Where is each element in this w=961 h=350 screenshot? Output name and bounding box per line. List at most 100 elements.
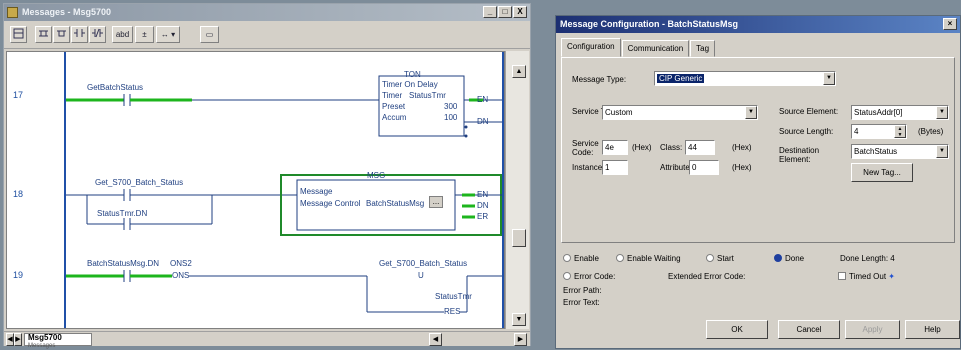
msg-control-label: Message Control: [300, 199, 361, 208]
ton-preset-value[interactable]: 300: [444, 102, 457, 111]
routine-tab[interactable]: Msg5700 Messages: [24, 333, 92, 349]
hex-label: (Hex): [732, 163, 752, 172]
service-code-label: Service Code:: [572, 139, 599, 157]
maximize-button[interactable]: □: [498, 6, 512, 18]
routine-tab-sub: Messages: [28, 343, 56, 349]
rung-number[interactable]: 18: [13, 189, 23, 199]
tab-tag[interactable]: Tag: [690, 40, 716, 57]
extended-error-code-label: Extended Error Code:: [668, 272, 746, 281]
cancel-button[interactable]: Cancel: [778, 320, 840, 339]
tab-scroll-right-icon[interactable]: ▶: [14, 333, 22, 346]
minimize-button[interactable]: _: [483, 6, 497, 18]
service-code-input[interactable]: 4e: [602, 140, 628, 155]
instruction-box-button[interactable]: ▭: [200, 26, 219, 43]
done-length: Done Length: 4: [840, 254, 895, 263]
ons-instruction[interactable]: ONS: [172, 271, 190, 280]
hex-label: (Hex): [632, 143, 652, 152]
unlatch-coil[interactable]: U: [415, 271, 427, 280]
contact-tag[interactable]: Get_S700_Batch_Status: [95, 178, 183, 187]
source-element-label: Source Element:: [779, 107, 839, 116]
service-type-select[interactable]: Custom ▼: [602, 105, 758, 120]
source-length-input[interactable]: 4 ▲ ▼: [851, 124, 907, 139]
msg-control-value[interactable]: BatchStatusMsg: [366, 199, 424, 208]
status-enable-waiting: Enable Waiting: [616, 254, 681, 263]
unlatch-coil-tag[interactable]: Get_S700_Batch_Status: [379, 259, 467, 268]
source-element-select[interactable]: StatusAddr[0] ▼: [851, 105, 949, 120]
class-input[interactable]: 44: [685, 140, 715, 155]
chevron-down-icon[interactable]: ▼: [823, 72, 835, 85]
chevron-down-icon[interactable]: ▼: [936, 106, 948, 119]
hscroll-left-icon[interactable]: ◀: [429, 333, 442, 346]
dialog-close-icon[interactable]: ×: [943, 18, 957, 30]
chevron-down-icon[interactable]: ▼: [745, 106, 757, 119]
branch-icon[interactable]: [35, 26, 52, 43]
msg-config-button[interactable]: ...: [429, 196, 443, 208]
class-label: Class:: [660, 143, 683, 152]
ok-button[interactable]: OK: [706, 320, 768, 339]
ton-block-title: TON: [404, 70, 421, 79]
status-start: Start: [706, 254, 734, 263]
ladder-window-titlebar[interactable]: Messages - Msg5700 _ □ X: [4, 4, 530, 21]
configuration-panel: Message Type: CIP Generic ▼ Service Type…: [561, 57, 955, 243]
bytes-label: (Bytes): [918, 127, 944, 136]
tab-configuration[interactable]: Configuration: [561, 38, 621, 57]
dialog-title: Message Configuration - BatchStatusMsg: [560, 19, 739, 29]
dialog-titlebar[interactable]: Message Configuration - BatchStatusMsg ×: [556, 16, 960, 33]
status-done: Done: [774, 254, 804, 263]
rung-number[interactable]: 19: [13, 270, 23, 280]
ladder-window-title: Messages - Msg5700: [22, 7, 112, 17]
branch-contact-tag[interactable]: StatusTmr.DN: [97, 209, 147, 218]
xio-contact-icon[interactable]: [89, 26, 106, 43]
ton-dn-output: DN: [477, 117, 489, 126]
destination-element-label: Destination Element:: [779, 146, 820, 164]
scroll-thumb[interactable]: [512, 229, 526, 247]
routine-tab-label: Msg5700: [28, 333, 62, 342]
ton-preset-label: Preset: [382, 102, 406, 111]
close-button[interactable]: X: [513, 6, 527, 18]
ons-tag[interactable]: ONS2: [170, 259, 192, 268]
message-type-label: Message Type:: [572, 75, 627, 84]
error-path-label: Error Path:: [563, 286, 602, 295]
ton-timer-value[interactable]: StatusTmr: [409, 91, 446, 100]
scroll-down-icon[interactable]: ▼: [512, 313, 526, 326]
hscroll-right-icon[interactable]: ▶: [514, 333, 527, 346]
scroll-up-icon[interactable]: ▲: [512, 65, 526, 78]
msg-er-output: ER: [477, 212, 489, 221]
ton-block-name: Timer On Delay: [382, 80, 438, 89]
tab-communication[interactable]: Communication: [621, 40, 690, 57]
new-tag-button[interactable]: New Tag...: [851, 163, 913, 182]
rung-icon[interactable]: [10, 26, 27, 43]
ladder-canvas[interactable]: 17 GetBatchStatus TON Timer On Delay Tim…: [6, 51, 505, 329]
message-configuration-dialog: Message Configuration - BatchStatusMsg ×…: [555, 15, 961, 349]
timed-out: Timed Out ✦: [838, 272, 895, 281]
xic-contact-icon[interactable]: [71, 26, 88, 43]
ton-en-output: EN: [477, 95, 489, 104]
message-type-value: CIP Generic: [657, 74, 705, 83]
apply-button[interactable]: Apply: [845, 320, 900, 339]
instruction-move-button[interactable]: ↔ ▾: [156, 26, 180, 43]
instruction-math-button[interactable]: ±: [135, 26, 154, 43]
msg-dn-output: DN: [477, 201, 489, 210]
help-button[interactable]: Help: [905, 320, 960, 339]
instance-input[interactable]: 1: [602, 160, 628, 175]
attribute-input[interactable]: 0: [689, 160, 719, 175]
chevron-down-icon[interactable]: ▼: [936, 145, 948, 158]
message-type-select[interactable]: CIP Generic ▼: [654, 71, 836, 86]
ladder-vertical-scrollbar[interactable]: ▲ ▼: [505, 51, 529, 329]
error-code: Error Code:: [563, 272, 615, 281]
reset-tag[interactable]: StatusTmr: [435, 292, 472, 301]
dialog-tabs: Configuration Communication Tag: [561, 38, 716, 57]
branch-level-icon[interactable]: [53, 26, 70, 43]
routine-tab-bar: ◀ ▶ Msg5700 Messages ◀ ▶: [4, 331, 530, 349]
reset-instruction[interactable]: RES: [444, 307, 461, 316]
tab-scroll-left-icon[interactable]: ◀: [6, 333, 14, 346]
contact-tag[interactable]: BatchStatusMsg.DN: [87, 259, 159, 268]
instruction-abd-button[interactable]: abd: [112, 26, 133, 43]
source-element-value: StatusAddr[0]: [854, 108, 903, 117]
ton-accum-label: Accum: [382, 113, 407, 122]
destination-element-select[interactable]: BatchStatus ▼: [851, 144, 949, 159]
checkbox-icon: [838, 272, 846, 280]
ton-accum-value[interactable]: 100: [444, 113, 457, 122]
attribute-label: Attribute:: [660, 163, 693, 172]
spinner-icon[interactable]: ▲ ▼: [894, 125, 906, 138]
